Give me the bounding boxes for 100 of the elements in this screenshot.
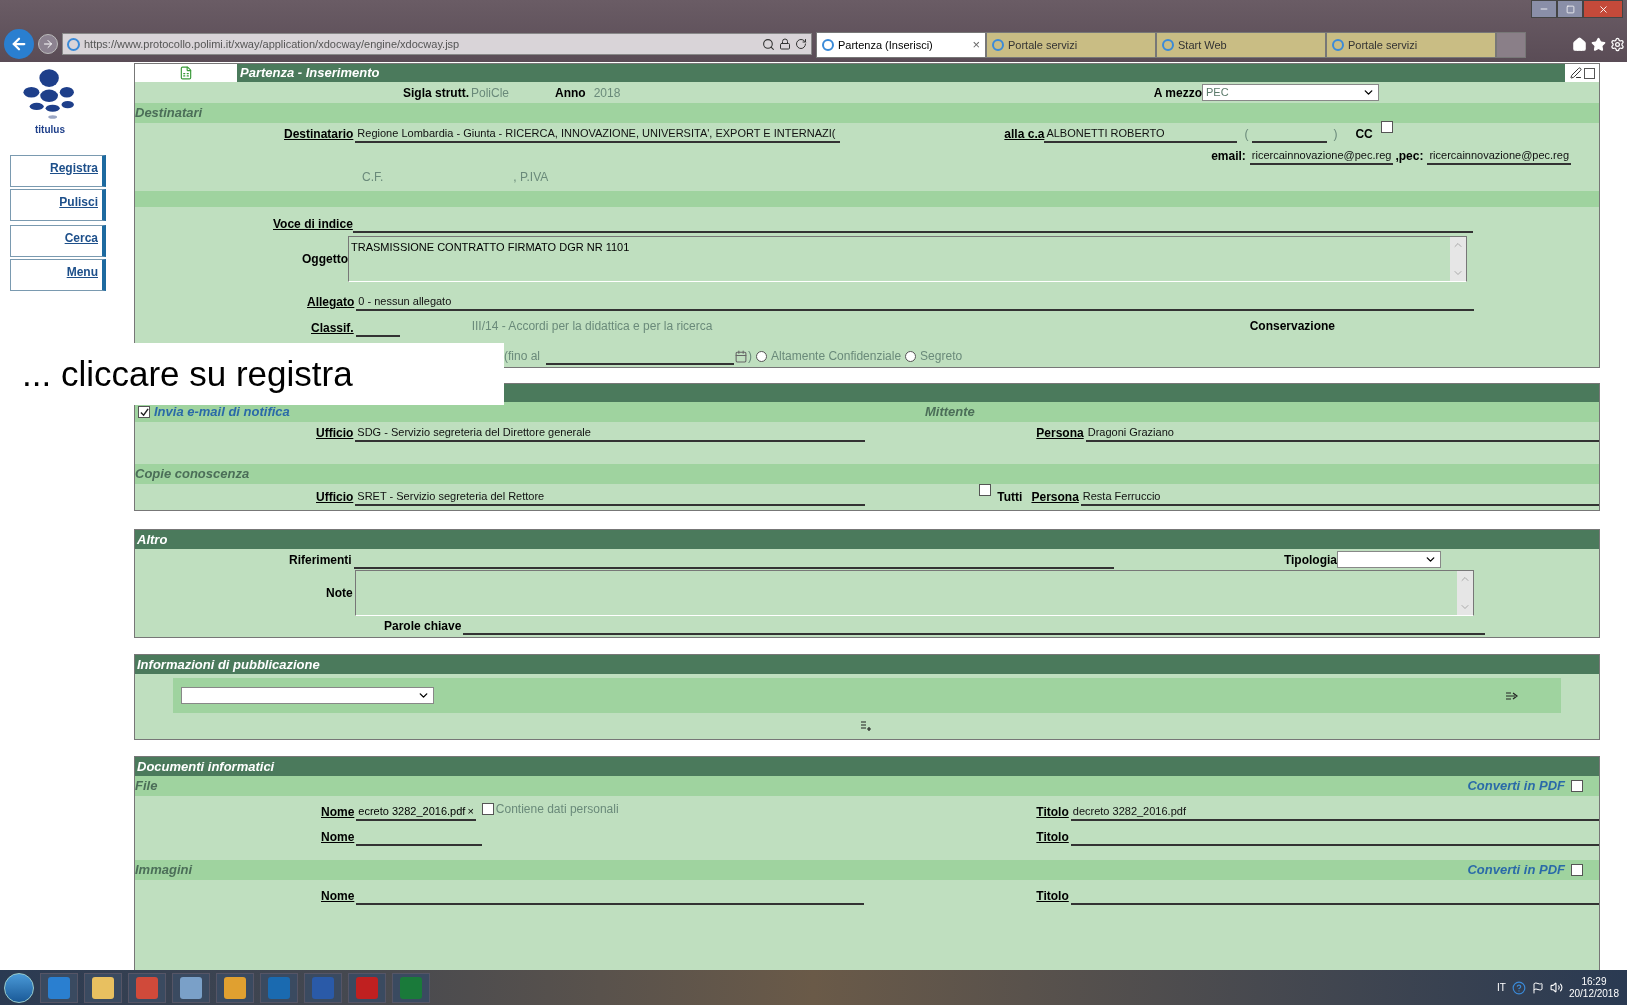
input-field[interactable]: Resta Ferruccio [1080,489,1599,506]
checkbox[interactable] [481,803,494,815]
field-label: ,pec: [1395,148,1424,165]
paren-text: ( [1244,126,1249,143]
field-label: Riferimenti [289,552,352,569]
calendar-icon [734,349,749,363]
maximize-button[interactable] [1557,0,1583,18]
field-label[interactable]: Persona [1031,488,1079,506]
field-label[interactable]: Nome [321,828,355,846]
field-label[interactable]: Classif. [311,319,354,337]
radio-button[interactable] [756,350,768,362]
browser-tab[interactable]: Portale servizi [1326,32,1496,58]
field-value: 2018 [593,84,621,102]
input-field[interactable]: SDG - Servizio segreteria del Direttore generale [355,425,866,442]
tab-label: Portale servizi [1348,37,1419,53]
minimize-button[interactable] [1531,0,1557,18]
star-icon [1591,36,1606,52]
field-label[interactable]: Voce di indice [273,215,353,233]
back-button[interactable] [4,29,34,59]
document-icon [179,66,193,80]
close-icon [1597,3,1609,15]
input-field[interactable]: ricercainnovazione@pec.reg [1427,148,1571,165]
field-label[interactable]: Nome [321,803,355,821]
search-icon [762,37,775,51]
home-icon [1572,36,1587,52]
checkbox[interactable] [138,406,150,418]
text-area[interactable] [354,570,1474,616]
input-field[interactable]: ecreto 3282_2016.pdf × [356,804,476,821]
field-label: Conservazione [1249,318,1335,335]
field-label[interactable]: Titolo [1036,803,1069,821]
subsection-title: Destinatari [135,104,203,123]
checkbox[interactable] [1571,864,1583,876]
arrow-icon[interactable] [1505,690,1519,701]
input-field[interactable]: decreto 3282_2016.pdf [1070,804,1599,821]
subsection-title: Mittente [925,403,975,422]
checkbox-label: Contiene dati personali [495,801,619,818]
field-label[interactable]: Ufficio [316,488,354,506]
field-label[interactable]: Nome [321,887,355,905]
taskbar-app-icon[interactable] [172,972,210,1003]
field-label: A mezzo [1153,84,1202,102]
browser-tab[interactable]: Partenza (Inserisci) × [816,32,986,58]
field-label[interactable]: Allegato [307,293,355,311]
list-icon[interactable] [860,720,874,732]
browser-page-icon [1332,39,1344,51]
sidebar-button[interactable]: Registra [10,155,106,187]
dropdown[interactable]: PEC [1202,84,1379,101]
taskbar-app-icon[interactable] [216,972,254,1003]
field-label[interactable]: Ufficio [316,424,354,442]
field-label[interactable]: Destinatario [284,125,354,143]
sidebar-button[interactable]: Pulisci [10,189,106,221]
field-label: C.F. [362,169,384,186]
input-field[interactable]: Regione Lombardia - Giunta - RICERCA, INNOVAZIONE, UNIVERSITA', EXPORT E INTERNAZI( [355,126,841,143]
input-field[interactable]: ricercainnovazione@pec.reg [1249,148,1394,165]
sidebar-button[interactable]: Cerca [10,225,106,257]
field-label: Parole chiave [384,618,462,635]
browser-tab[interactable]: Portale servizi [986,32,1156,58]
convert-label: Converti in PDF [1467,777,1565,796]
dropdown[interactable] [181,687,434,704]
classification-text: III/14 - Accordi per la didattica e per la ricerca [471,318,713,335]
input-field[interactable]: ALBONETTI ROBERTO [1044,126,1238,143]
field-label[interactable]: alla c.a [1004,125,1045,143]
browser-page-icon [822,39,834,51]
dropdown[interactable] [1337,551,1441,568]
input-field[interactable]: SRET - Servizio segreteria del Rettore [355,489,866,506]
radio-label: Segreto [920,348,963,365]
url-text: https://www.protocollo.polimi.it/xway/application/xdocway/engine/xdocway.jsp [84,36,461,52]
address-bar[interactable]: https://www.protocollo.polimi.it/xway/application/xdocway/engine/xdocway.jsp [62,33,812,55]
taskbar-app-icon[interactable] [40,972,78,1003]
tab-close[interactable]: × [972,35,980,55]
remove-button[interactable]: × [467,804,474,819]
input-field[interactable]: 0 - nessun allegato [356,294,1475,311]
start-button[interactable] [4,972,34,1003]
tab-label: Start Web [1178,37,1228,53]
language-indicator[interactable]: IT [1497,980,1506,995]
field-value: TRASMISSIONE CONTRATTO FIRMATO DGR NR 1101 [350,240,631,255]
field-label[interactable]: Persona [1036,424,1084,442]
flag-icon [1531,981,1544,994]
field-label: Tutti [997,489,1023,506]
text-area[interactable]: TRASMISSIONE CONTRATTO FIRMATO DGR NR 1101 [348,236,1467,282]
field-label[interactable]: Titolo [1036,887,1069,905]
checkbox[interactable] [979,484,992,496]
field-label[interactable]: Titolo [1036,828,1069,846]
input-field[interactable]: Dragoni Graziano [1085,425,1599,442]
clock-time: 16:29 [1581,975,1607,988]
checkbox[interactable] [1571,780,1583,792]
section-header: Altro [135,530,1599,549]
sidebar-button[interactable]: Menu [10,259,106,291]
tab-label: Partenza (Inserisci) [838,37,934,53]
browser-tab[interactable]: Start Web [1156,32,1326,58]
radio-button[interactable] [905,350,917,362]
checkbox[interactable] [1380,121,1393,133]
field-label: Oggetto [302,251,348,268]
forward-arrow-icon [42,38,54,50]
paren-text: ) [1333,126,1338,143]
lock-icon [779,38,791,50]
field-label: Sigla strutt. [403,84,469,102]
taskbar-app-icon[interactable] [84,972,122,1003]
window-icon[interactable] [1583,67,1595,79]
forward-button[interactable] [38,34,58,54]
form-title: Partenza - Inserimento [239,64,381,83]
